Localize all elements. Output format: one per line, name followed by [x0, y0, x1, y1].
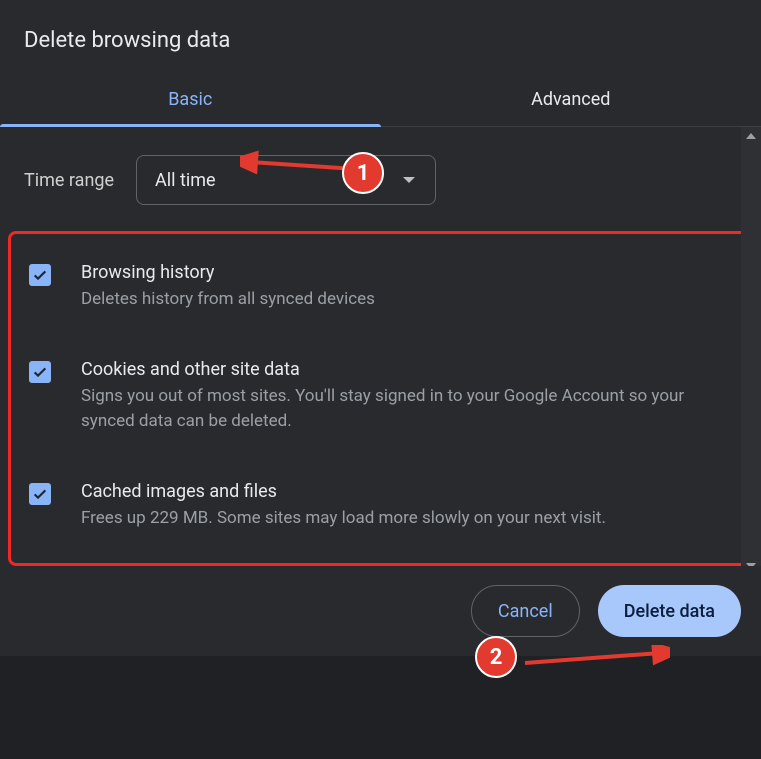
delete-data-button[interactable]: Delete data	[598, 585, 741, 637]
checkbox-cookies[interactable]	[29, 361, 51, 383]
option-browsing-history[interactable]: Browsing history Deletes history from al…	[25, 248, 736, 327]
option-title: Cookies and other site data	[81, 359, 732, 380]
time-range-row: Time range All time	[20, 127, 741, 227]
annotation-highlight-box: Browsing history Deletes history from al…	[8, 231, 753, 566]
option-text: Cookies and other site data Signs you ou…	[81, 359, 732, 435]
checkmark-icon	[32, 267, 48, 283]
delete-browsing-data-dialog: Delete browsing data Basic Advanced Time…	[0, 0, 761, 759]
dialog-body: Time range All time Browsing history Del…	[0, 127, 761, 575]
tab-basic[interactable]: Basic	[0, 77, 381, 126]
tabs: Basic Advanced	[0, 77, 761, 127]
dialog-footer: Cancel Delete data	[0, 566, 761, 656]
caret-down-icon	[403, 177, 415, 183]
checkmark-icon	[32, 364, 48, 380]
tab-advanced[interactable]: Advanced	[381, 77, 761, 126]
checkbox-cached[interactable]	[29, 483, 51, 505]
option-title: Browsing history	[81, 262, 375, 283]
scroll-up-button[interactable]	[741, 127, 761, 145]
option-title: Cached images and files	[81, 481, 606, 502]
option-desc: Frees up 229 MB. Some sites may load mor…	[81, 506, 606, 532]
option-desc: Deletes history from all synced devices	[81, 287, 375, 313]
scrollbar[interactable]	[741, 127, 761, 575]
option-cached[interactable]: Cached images and files Frees up 229 MB.…	[25, 467, 736, 546]
checkmark-icon	[32, 486, 48, 502]
option-text: Cached images and files Frees up 229 MB.…	[81, 481, 606, 532]
backdrop	[0, 656, 761, 759]
time-range-value: All time	[155, 170, 216, 191]
dialog-title: Delete browsing data	[0, 0, 761, 77]
checkbox-browsing-history[interactable]	[29, 264, 51, 286]
option-text: Browsing history Deletes history from al…	[81, 262, 375, 313]
time-range-label: Time range	[24, 170, 114, 191]
option-desc: Signs you out of most sites. You'll stay…	[81, 384, 732, 435]
option-cookies[interactable]: Cookies and other site data Signs you ou…	[25, 345, 736, 449]
cancel-button[interactable]: Cancel	[471, 585, 580, 637]
time-range-dropdown[interactable]: All time	[136, 155, 436, 205]
